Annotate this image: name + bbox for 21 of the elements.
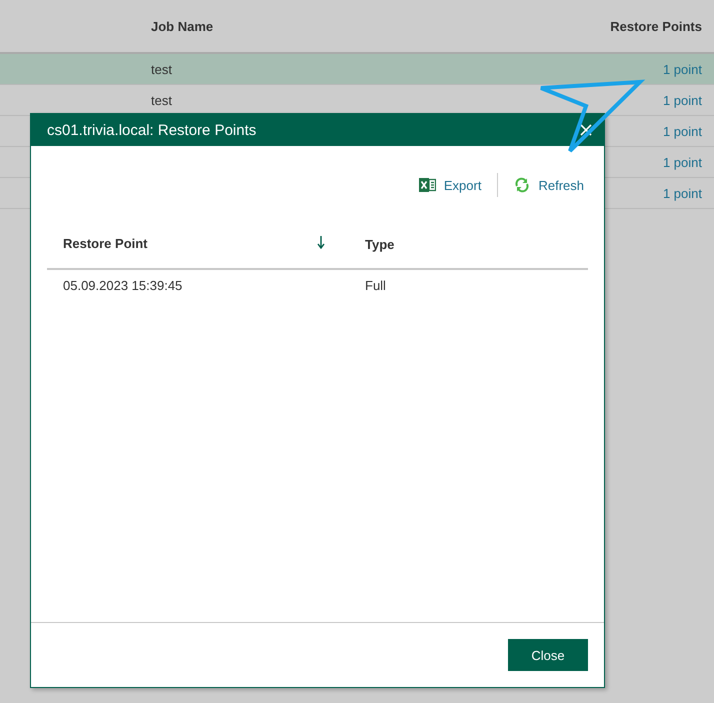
restore-points-link[interactable]: 1 point: [662, 186, 702, 200]
column-header[interactable]: Job Name: [151, 18, 214, 34]
column-header[interactable]: Restore Point: [63, 236, 148, 251]
close-icon[interactable]: [580, 124, 592, 136]
restore-points-link[interactable]: 1 point: [662, 124, 702, 138]
export-button[interactable]: Export: [418, 177, 482, 193]
table-cell: test: [151, 92, 172, 108]
column-header[interactable]: Restore Points: [610, 18, 714, 34]
restore-points-link[interactable]: 1 point: [662, 92, 702, 108]
selected-row[interactable]: test 1 point: [0, 54, 714, 85]
restore-points-link[interactable]: 1 point: [662, 154, 702, 170]
table-cell: Full: [365, 278, 386, 292]
dialog-title: cs01.trivia.local: Restore Points: [47, 122, 256, 138]
sort-arrow-icon[interactable]: [317, 236, 325, 249]
refresh-button[interactable]: Refresh: [514, 177, 584, 193]
table-cell: test: [151, 62, 172, 76]
close-button[interactable]: Close: [508, 639, 588, 671]
table-cell: 05.09.2023 15:39:45: [63, 278, 182, 292]
spreadsheet-icon: [418, 177, 436, 193]
refresh-icon: [514, 177, 530, 193]
column-header[interactable]: Type: [365, 236, 394, 252]
